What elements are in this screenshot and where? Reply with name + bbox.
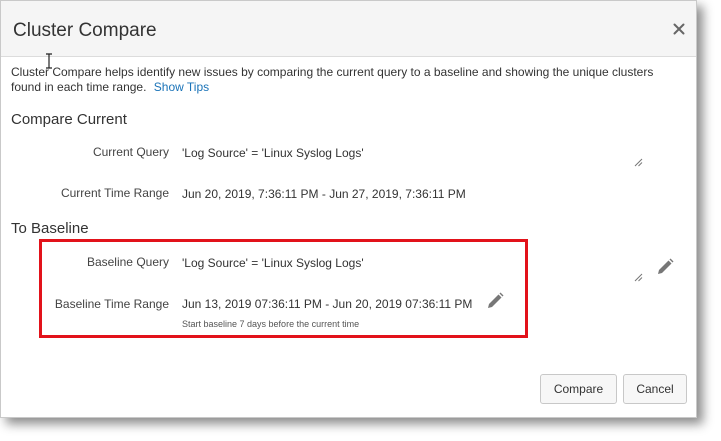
cluster-compare-dialog: Cluster Compare Cluster Compare helps id… bbox=[0, 0, 697, 418]
dialog-title: Cluster Compare bbox=[13, 20, 157, 41]
dialog-header: Cluster Compare bbox=[1, 1, 696, 57]
close-button[interactable] bbox=[670, 20, 688, 38]
description-text: Cluster Compare helps identify new issue… bbox=[11, 65, 654, 94]
close-icon bbox=[673, 23, 685, 35]
current-time-range-value: Jun 20, 2019, 7:36:11 PM - Jun 27, 2019,… bbox=[182, 187, 466, 201]
cancel-button[interactable]: Cancel bbox=[623, 374, 687, 404]
current-query-field[interactable]: 'Log Source' = 'Linux Syslog Logs' bbox=[182, 146, 364, 160]
compare-button[interactable]: Compare bbox=[540, 374, 617, 404]
baseline-highlight-box bbox=[39, 239, 528, 338]
resize-handle-icon[interactable] bbox=[634, 158, 643, 167]
current-time-range-label: Current Time Range bbox=[60, 186, 169, 200]
edit-baseline-query-button[interactable] bbox=[655, 257, 675, 277]
resize-handle-icon[interactable] bbox=[634, 273, 643, 282]
pencil-icon bbox=[658, 258, 674, 274]
current-query-label: Current Query bbox=[92, 145, 169, 159]
dialog-description: Cluster Compare helps identify new issue… bbox=[11, 65, 681, 95]
to-baseline-heading: To Baseline bbox=[11, 220, 89, 237]
show-tips-link[interactable]: Show Tips bbox=[154, 80, 209, 94]
compare-current-heading: Compare Current bbox=[11, 111, 127, 128]
